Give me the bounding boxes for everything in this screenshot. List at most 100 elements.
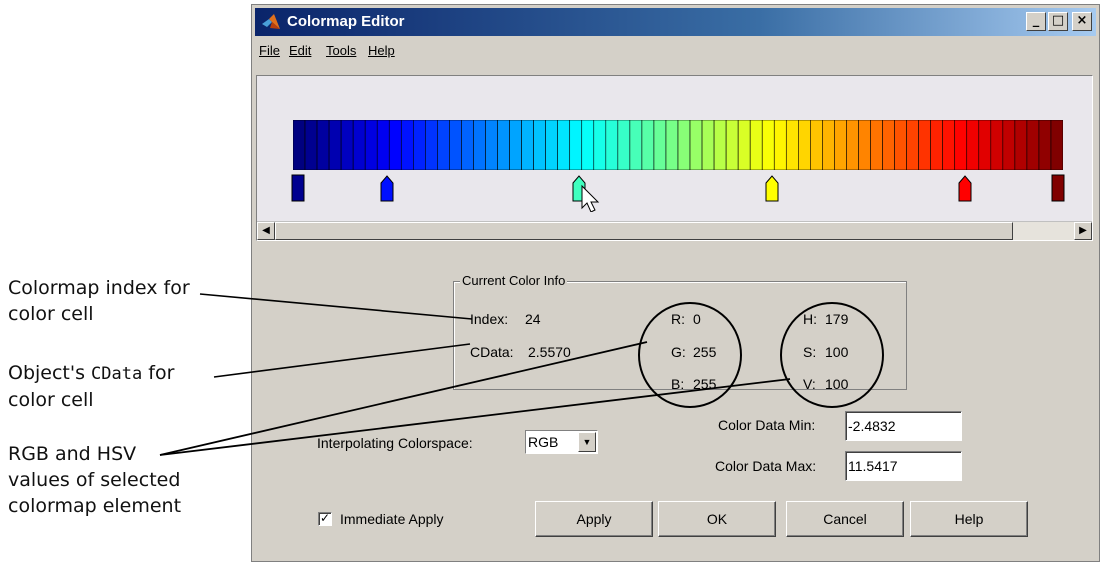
colormap-cell[interactable] [413,120,426,170]
colormap-cell[interactable] [990,120,1004,170]
colormap-cell[interactable] [304,120,318,170]
colormap-cell[interactable] [400,120,414,170]
colormap-cell[interactable] [1002,120,1016,170]
colormap-cell[interactable] [473,120,486,170]
close-button[interactable]: × [1072,12,1092,31]
colormap-cell[interactable] [882,120,895,170]
colormap-cell[interactable] [713,120,727,170]
colormap-cell[interactable] [569,120,583,170]
colormap-cell[interactable] [966,120,980,170]
colormap-cell[interactable] [1026,120,1040,170]
colormap-cell[interactable] [954,120,968,170]
end-marker[interactable] [1051,174,1065,202]
minimize-button[interactable]: _ [1026,12,1046,31]
colormap-cell[interactable] [557,120,571,170]
colormap-cell[interactable] [1038,120,1052,170]
color-data-min-field[interactable]: -2.4832 [845,411,962,441]
ok-button[interactable]: OK [658,501,776,537]
horizontal-scrollbar[interactable]: ◀ ▶ [257,221,1092,240]
colorspace-select[interactable]: RGB ▼ [525,430,598,454]
colormap-cell[interactable] [545,120,558,170]
colormap-cell[interactable] [509,120,522,170]
colormap-cell[interactable] [425,120,438,170]
colormap-cell[interactable] [293,120,306,170]
colormap-cell[interactable] [340,120,354,170]
menu-help-label: Help [368,43,395,58]
colormap-cell[interactable] [1050,120,1063,170]
scroll-right-button[interactable]: ▶ [1074,222,1092,240]
colormap-strip[interactable] [293,120,1063,170]
colormap-cell[interactable] [725,120,739,170]
chevron-down-icon[interactable]: ▼ [578,432,596,452]
colormap-markers[interactable] [257,172,1092,212]
colormap-cell[interactable] [749,120,763,170]
title-bar[interactable]: Colormap Editor _ □ × [255,8,1096,36]
colormap-cell[interactable] [737,120,751,170]
colormap-cell[interactable] [761,120,775,170]
immediate-apply-checkbox[interactable]: ✓ [318,512,332,526]
colormap-cell[interactable] [846,120,859,170]
colormap-cell[interactable] [388,120,402,170]
colormap-cell[interactable] [461,120,474,170]
scroll-left-button[interactable]: ◀ [257,222,275,240]
colormap-cell[interactable] [653,120,667,170]
color-marker[interactable] [958,175,972,202]
menu-edit[interactable]: Edit [289,43,311,58]
immediate-apply-label[interactable]: Immediate Apply [340,511,444,527]
menu-bar: File Edit Tools Help [255,39,1096,61]
callout-index: Colormap index for color cell [8,275,190,327]
colormap-cell[interactable] [328,120,342,170]
color-marker[interactable] [380,175,394,202]
colormap-cell[interactable] [978,120,992,170]
colormap-cell[interactable] [942,120,956,170]
colormap-cell[interactable] [665,120,679,170]
colormap-cell[interactable] [376,120,390,170]
colormap-cell[interactable] [906,120,919,170]
colormap-cell[interactable] [894,120,907,170]
colormap-cell[interactable] [773,120,787,170]
colormap-cell[interactable] [785,120,799,170]
callout-cdata-line2: color cell [8,389,94,411]
colormap-cell[interactable] [485,120,498,170]
color-marker[interactable] [765,175,779,202]
colormap-cell[interactable] [449,120,462,170]
colormap-cell[interactable] [858,120,871,170]
scroll-thumb[interactable] [275,222,1013,240]
menu-help[interactable]: Help [368,43,395,58]
colormap-cell[interactable] [437,120,450,170]
colormap-cell[interactable] [593,120,607,170]
color-data-max-field[interactable]: 11.5417 [845,451,962,481]
colormap-cell[interactable] [533,120,546,170]
colormap-cell[interactable] [689,120,703,170]
colormap-cell[interactable] [521,120,534,170]
colormap-cell[interactable] [497,120,510,170]
colormap-cell[interactable] [316,120,330,170]
colormap-cell[interactable] [810,120,823,170]
color-data-max-label: Color Data Max: [715,458,817,474]
b-value: 255 [693,376,717,392]
colormap-cell[interactable] [629,120,643,170]
apply-button[interactable]: Apply [535,501,653,537]
help-button[interactable]: Help [910,501,1028,537]
colormap-cell[interactable] [930,120,943,170]
cancel-button[interactable]: Cancel [786,501,904,537]
colormap-cell[interactable] [641,120,655,170]
colormap-cell[interactable] [822,120,835,170]
colormap-cell[interactable] [364,120,378,170]
end-marker[interactable] [291,174,305,202]
colormap-cell[interactable] [1014,120,1028,170]
colormap-cell[interactable] [605,120,619,170]
colormap-cell[interactable] [798,120,811,170]
colormap-cell[interactable] [834,120,847,170]
colormap-cell[interactable] [581,120,595,170]
menu-file[interactable]: File [259,43,280,58]
colormap-cell[interactable] [677,120,691,170]
colormap-cell[interactable] [352,120,366,170]
callout-rgb-hsv-line1: RGB and HSV [8,443,137,465]
colormap-cell[interactable] [918,120,931,170]
maximize-button[interactable]: □ [1048,12,1068,31]
colormap-cell[interactable] [701,120,715,170]
menu-tools[interactable]: Tools [326,43,356,58]
colormap-cell[interactable] [870,120,883,170]
colormap-cell[interactable] [617,120,631,170]
